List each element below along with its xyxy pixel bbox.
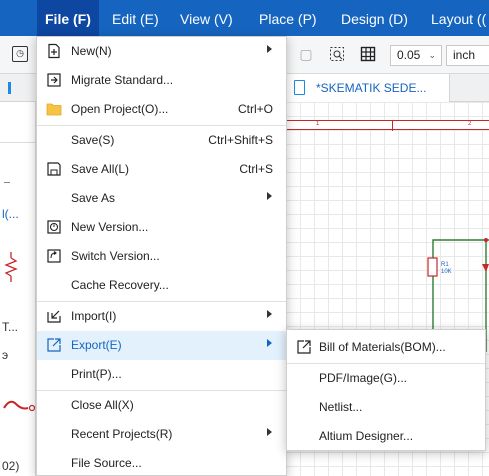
export-icon [296,339,312,355]
menu-item-label: Switch Version... [71,249,160,263]
unit-select[interactable]: inch [446,45,489,66]
menu-view[interactable]: View (V) [180,0,233,36]
menu-design[interactable]: Design (D) [341,0,408,36]
shortcut-label: Ctrl+O [237,102,273,116]
menu-item-label: New Version... [71,220,149,234]
menu-file[interactable]: File (F) [37,0,99,36]
menu-item-save[interactable]: Save(S) Ctrl+Shift+S [37,126,286,155]
menu-item-print[interactable]: Print(P)... [37,360,286,389]
submenu-item-label: Netlist... [319,400,363,414]
tab-skematik[interactable]: *SKEMATIK SEDE... [286,74,450,102]
zoom-area-icon[interactable]: ▢ [298,46,314,62]
wire-symbol-icon [3,400,36,412]
menu-item-label: Close All(X) [71,398,134,412]
menu-item-recent-projects[interactable]: Recent Projects(R) [37,420,286,449]
menu-item-new[interactable]: New(N) [37,37,286,66]
file-menu: New(N) Migrate Standard... Open Project(… [36,36,287,476]
menu-item-save-as[interactable]: Save As [37,184,286,213]
menu-item-export[interactable]: Export(E) [37,331,286,360]
menu-item-label: Save As [71,191,116,205]
submenu-item-label: Bill of Materials(BOM)... [319,340,446,354]
menu-item-label: Migrate Standard... [71,73,174,87]
submenu-item-bom[interactable]: Bill of Materials(BOM)... [287,333,485,362]
ruler-divider [392,121,393,131]
menu-item-new-version[interactable]: New Version... [37,213,286,242]
new-version-icon [46,219,62,235]
grid-icon[interactable] [360,46,376,62]
menu-edit[interactable]: Edit (E) [112,0,159,36]
left-panel-label: T... [2,320,19,334]
save-all-icon [46,161,62,177]
new-file-icon [46,43,62,59]
submenu-item-altium[interactable]: Altium Designer... [287,422,485,451]
submenu-item-label: Altium Designer... [319,429,414,443]
left-panel: l(... T... э 02) [0,102,36,476]
component-ref-label: R1 [441,262,449,268]
submenu-item-pdf-image[interactable]: PDF/Image(G)... [287,364,485,393]
divider [0,142,36,143]
submenu-arrow-icon [267,428,272,436]
shortcut-label: Ctrl+S [239,162,273,176]
folder-icon [46,101,62,117]
menu-item-file-source[interactable]: File Source... [37,449,286,476]
menu-item-migrate-standard[interactable]: Migrate Standard... [37,66,286,95]
zoom-fit-icon[interactable] [329,46,345,62]
chevron-down-icon: ⌄ [428,50,436,60]
submenu-item-netlist[interactable]: Netlist... [287,393,485,422]
ruler-mark: 2 [468,121,472,127]
menu-place[interactable]: Place (P) [259,0,317,36]
menu-item-switch-version[interactable]: Switch Version... [37,242,286,271]
menu-item-open-project[interactable]: Open Project(O)... Ctrl+O [37,95,286,124]
submenu-arrow-icon [267,310,272,318]
history-icon[interactable]: ◷ [12,46,28,62]
export-submenu: Bill of Materials(BOM)... PDF/Image(G)..… [286,329,486,451]
import-icon [46,308,62,324]
menu-item-label: Import(I) [71,309,117,323]
menubar: File (F) Edit (E) View (V) Place (P) Des… [0,0,489,36]
menu-item-label: Save(S) [71,133,115,147]
menu-item-label: Print(P)... [71,367,122,381]
resistor-symbol-icon [4,252,18,282]
submenu-item-label: PDF/Image(G)... [319,371,408,385]
menu-item-label: New(N) [71,44,112,58]
grid-size-select[interactable]: 0.05 ⌄ [390,45,442,66]
menu-item-label: Export(E) [71,338,122,352]
ruler-mark: 1 [316,121,320,127]
menu-item-label: Save All(L) [71,162,130,176]
menu-layout[interactable]: Layout (( [431,0,486,36]
left-panel-label: 02) [2,459,20,473]
menu-item-label: Cache Recovery... [71,278,169,292]
switch-version-icon [46,248,62,264]
grid-size-value: 0.05 [397,48,421,62]
document-icon [294,80,305,95]
menu-item-save-all[interactable]: Save All(L) Ctrl+S [37,155,286,184]
left-panel-label: l(... [2,207,19,221]
tab-label: *SKEMATIK SEDE... [316,81,427,95]
submenu-arrow-icon [267,45,272,53]
component-value-label: 10K [441,269,452,275]
menu-item-import[interactable]: Import(I) [37,302,286,331]
menu-item-label: Open Project(O)... [71,102,169,116]
export-icon [46,337,62,353]
migrate-icon [46,72,62,88]
panel-tab-marker [8,82,11,94]
left-panel-label: э [2,348,9,362]
submenu-arrow-icon [267,339,272,347]
menu-item-label: File Source... [71,456,142,470]
sheet-border-ruler: 1 2 [286,120,489,131]
menu-item-label: Recent Projects(R) [71,427,173,441]
menu-item-close-all[interactable]: Close All(X) [37,391,286,420]
shortcut-label: Ctrl+Shift+S [208,133,273,147]
menu-item-cache-recovery[interactable]: Cache Recovery... [37,271,286,300]
submenu-arrow-icon [267,192,272,200]
unit-value: inch [453,48,476,62]
divider [4,182,10,183]
